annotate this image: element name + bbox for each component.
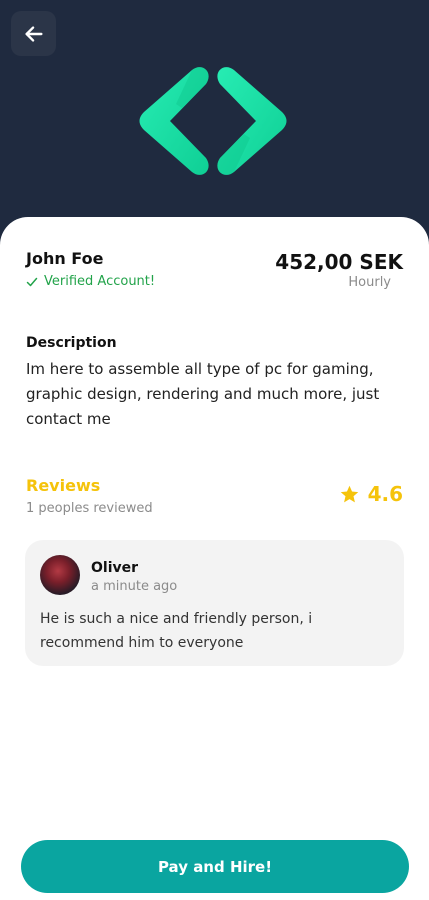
- rating-value: 4.6: [367, 482, 403, 506]
- details-sheet: John Foe Verified Account! 452,00 SEK Ho…: [0, 217, 429, 900]
- provider-name: John Foe: [26, 249, 104, 268]
- reviews-count: 1 peoples reviewed: [26, 501, 153, 516]
- check-icon: [26, 277, 38, 286]
- price-unit: Hourly: [348, 275, 391, 290]
- review-text: He is such a nice and friendly person, i…: [40, 611, 313, 651]
- back-button[interactable]: [11, 11, 56, 56]
- star-icon: [340, 485, 358, 502]
- reviewer-name: Oliver: [91, 560, 139, 576]
- reviews-title: Reviews: [26, 476, 101, 495]
- description-title: Description: [26, 335, 117, 351]
- review-card: Oliver a minute ago He is such a nice an…: [25, 540, 404, 666]
- arrow-left-icon: [24, 25, 43, 42]
- code-brackets-logo: [139, 67, 287, 175]
- price: 452,00 SEK: [275, 250, 403, 274]
- review-time: a minute ago: [91, 579, 178, 594]
- description-text: Im here to assemble all type of pc for g…: [26, 360, 380, 428]
- rating: 4.6: [339, 482, 403, 506]
- verified-badge: Verified Account!: [26, 274, 155, 289]
- verified-label: Verified Account!: [44, 274, 156, 289]
- avatar: [40, 555, 80, 595]
- pay-and-hire-button[interactable]: Pay and Hire!: [21, 840, 409, 893]
